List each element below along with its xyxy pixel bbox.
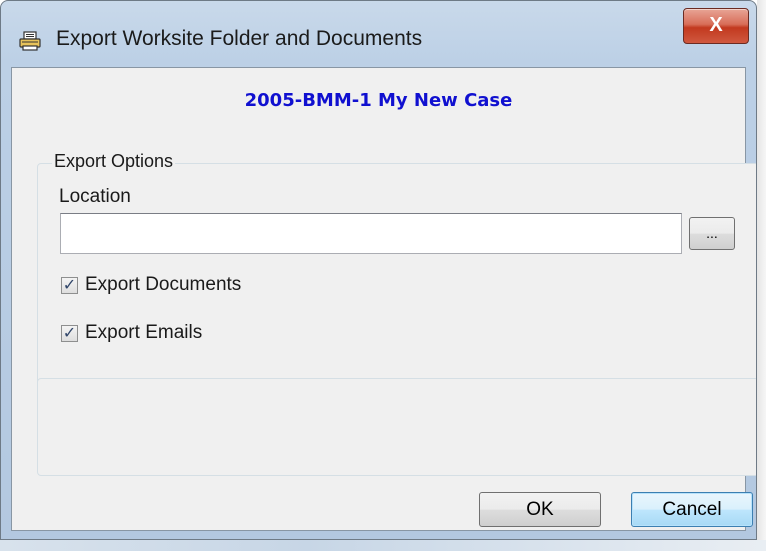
window-title: Export Worksite Folder and Documents [56, 27, 423, 50]
export-emails-checkbox[interactable]: ✓ [61, 325, 78, 342]
ok-button[interactable]: OK [479, 492, 601, 527]
dialog-client-area: 2005-BMM-1 My New Case Export Options Lo… [11, 67, 756, 531]
dialog-window: Export Worksite Folder and Documents X 2… [0, 0, 757, 540]
close-button[interactable]: X [683, 8, 749, 44]
browse-button[interactable]: ... [689, 217, 735, 250]
location-label: Location [59, 186, 131, 207]
cancel-button[interactable]: Cancel [631, 492, 753, 527]
export-options-legend: Export Options [52, 151, 176, 172]
export-documents-label[interactable]: Export Documents [85, 274, 241, 296]
export-emails-label[interactable]: Export Emails [85, 322, 202, 344]
case-title: 2005-BMM-1 My New Case [244, 90, 513, 111]
export-printer-icon [19, 31, 41, 51]
status-panel [37, 378, 756, 476]
background-desktop-bottom [0, 540, 766, 551]
title-bar[interactable]: Export Worksite Folder and Documents X [1, 1, 756, 67]
location-input[interactable] [60, 213, 682, 254]
export-documents-checkbox[interactable]: ✓ [61, 277, 78, 294]
background-desktop [757, 0, 766, 551]
